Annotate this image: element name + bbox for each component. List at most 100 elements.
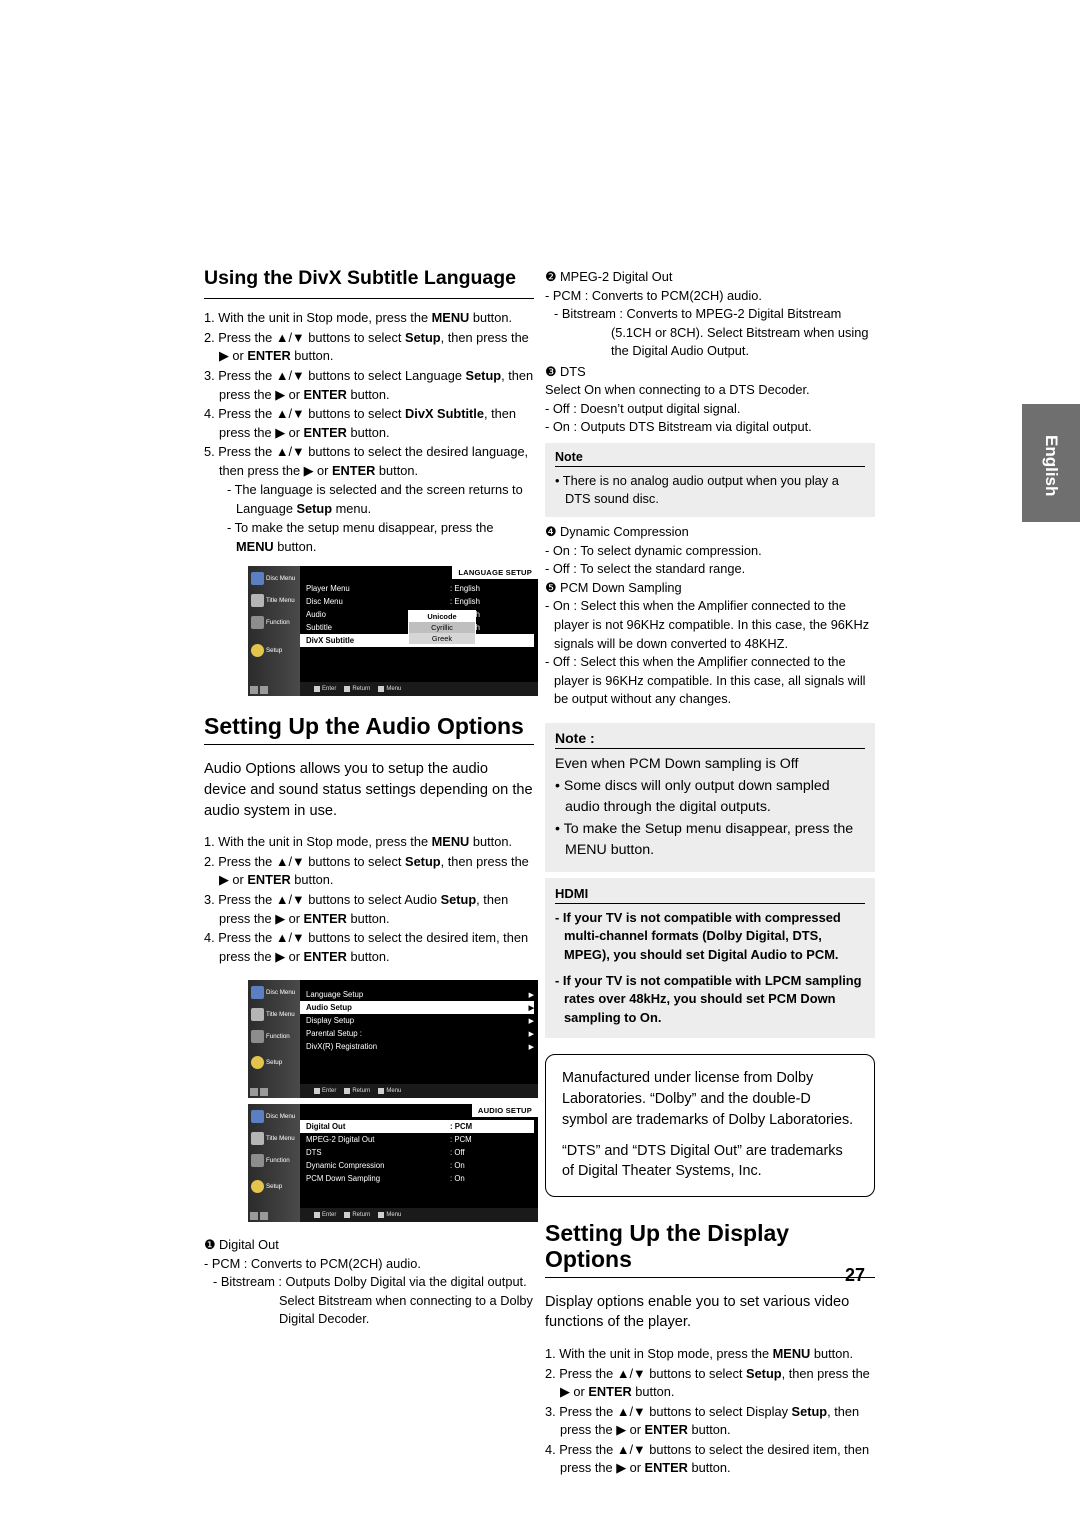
- manual-page: English Using the DivX Subtitle Language…: [0, 0, 1080, 1528]
- osd-sidebar-label: Setup: [266, 1183, 283, 1191]
- osd-sidebar-label: Title Menu: [266, 1135, 295, 1143]
- audio-options-title: Setting Up the Audio Options: [204, 713, 524, 740]
- list-item: - The language is selected and the scree…: [227, 482, 523, 516]
- list-item: 2. Press the ▲/▼ buttons to select Setup…: [545, 1365, 870, 1400]
- osd-row: MPEG-2 Digital Out : PCM: [300, 1133, 534, 1146]
- list-item: ❷ MPEG-2 Digital Out: [545, 269, 673, 284]
- trademark-text: “DTS” and “DTS Digital Out” are trademar…: [562, 1142, 843, 1180]
- osd-row-key: Audio Setup: [306, 1003, 352, 1013]
- list-item: 5. Press the ▲/▼ buttons to select the d…: [204, 444, 529, 478]
- osd-bottom-left-icons: [250, 1212, 268, 1221]
- square-icon: [260, 1088, 268, 1097]
- divx-steps-list: 1. With the unit in Stop mode, press the…: [204, 309, 534, 556]
- menu-icon: [378, 686, 385, 693]
- osd-row: Disc Menu : English: [300, 595, 534, 608]
- display-steps-list: 1. With the unit in Stop mode, press the…: [545, 1345, 875, 1478]
- list-item: 3. Press the ▲/▼ buttons to select Audio…: [204, 892, 509, 926]
- gear-icon: [251, 1056, 264, 1070]
- popup-option: Greek: [431, 634, 453, 644]
- osd-row-key: DivX(R) Registration: [306, 1042, 378, 1052]
- list-item: - Off : Doesn’t output digital signal.: [545, 400, 741, 416]
- right-column: ❷ MPEG-2 Digital Out - PCM : Converts to…: [545, 268, 875, 1479]
- osd-sidebar-label: Setup: [266, 1059, 283, 1067]
- trademark-text: Manufactured under license from Dolby La…: [562, 1069, 854, 1128]
- osd-hint-menu: Menu: [378, 1088, 401, 1095]
- osd-sidebar-item-disc-menu: Disc Menu: [251, 986, 299, 1000]
- note-label: Note: [555, 450, 865, 467]
- note-line: • To make the Setup menu disappear, pres…: [555, 821, 854, 859]
- osd-rows: Language Setup ▶ Audio Setup ▶ Display S…: [300, 988, 534, 1053]
- return-icon: [344, 1212, 351, 1219]
- note-text: • There is no analog audio output when y…: [555, 472, 839, 507]
- list-item: - To make the setup menu disappear, pres…: [227, 520, 494, 554]
- osd-row-key: PCM Down Sampling: [306, 1174, 381, 1184]
- list-item: Select On when connecting to a DTS Decod…: [545, 382, 810, 398]
- osd-sidebar-label: Setup: [266, 647, 283, 655]
- osd-row: PCM Down Sampling : On: [300, 1172, 534, 1185]
- hdmi-label: HDMI: [555, 886, 865, 904]
- list-item: ❺ PCM Down Sampling: [545, 579, 682, 595]
- osd-row-value: : English: [450, 584, 480, 594]
- list-item: - On : To select dynamic compression.: [545, 542, 762, 558]
- osd-bottom-left-icons: [250, 686, 268, 695]
- popup-option: Cyrillic: [409, 622, 475, 634]
- osd-bottom-bar: Enter Return Menu: [300, 682, 538, 697]
- note-line: • Some discs will only output down sampl…: [555, 778, 830, 815]
- osd-sidebar-item-disc-menu: Disc Menu: [251, 572, 299, 586]
- osd-row-value: : PCM: [450, 1122, 473, 1132]
- list-item: 4. Press the ▲/▼ buttons to select the d…: [545, 1441, 870, 1476]
- square-icon: [260, 686, 268, 695]
- osd-row-selected: Digital Out : PCM: [300, 1120, 534, 1134]
- enter-icon: [314, 686, 320, 693]
- osd-sidebar-item-function: Function: [251, 1030, 299, 1044]
- osd-sidebar-item-function: Function: [251, 616, 299, 630]
- osd-hint-return: Return: [344, 1088, 370, 1095]
- mpeg2-digital-out-list: ❷ MPEG-2 Digital Out - PCM : Converts to…: [545, 268, 875, 361]
- return-icon: [344, 1088, 351, 1095]
- osd-row-value: : On: [450, 1161, 465, 1171]
- function-icon: [251, 1030, 264, 1044]
- digital-out-notes: ❶ Digital Out - PCM : Converts to PCM(2C…: [204, 1236, 534, 1329]
- note-label: Note :: [555, 730, 865, 749]
- osd-row-value: : PCM: [450, 1135, 472, 1145]
- title-menu-icon: [251, 1008, 264, 1022]
- note-box-dts: Note • There is no analog audio output w…: [545, 442, 875, 518]
- divider: [204, 744, 534, 746]
- list-item: - Off : Select this when the Amplifier c…: [545, 654, 866, 707]
- osd-divx-subtitle-popup: Unicode Cyrillic Greek: [408, 610, 476, 646]
- list-item: - Off : To select the standard range.: [545, 561, 746, 577]
- list-item: 4. Press the ▲/▼ buttons to select the d…: [204, 930, 529, 964]
- divx-subtitle-heading: Using the DivX Subtitle Language: [204, 267, 517, 289]
- osd-row-key: Display Setup: [306, 1016, 355, 1026]
- osd-sidebar-item-setup: Setup: [251, 644, 299, 658]
- hdmi-box: HDMI - If your TV is not compatible with…: [545, 877, 875, 1038]
- osd-bottom-bar: Enter Return Menu: [300, 1084, 538, 1099]
- osd-language-setup: Disc Menu Title Menu Function Setup LANG…: [248, 566, 538, 697]
- osd-sidebar-item-title-menu: Title Menu: [251, 1132, 299, 1146]
- osd-setup-menu: Disc Menu Title Menu Function Setup Lang…: [248, 980, 538, 1099]
- enter-icon: [314, 1212, 320, 1219]
- osd-sidebar-label: Disc Menu: [266, 575, 296, 583]
- osd-row-value: : English: [450, 597, 480, 607]
- chevron-right-icon: ▶: [528, 991, 534, 999]
- audio-options-title-block: Setting Up the Audio Options: [204, 713, 534, 746]
- osd-row-key: Language Setup: [306, 990, 364, 1000]
- osd-bottom-left-icons: [250, 1088, 268, 1097]
- function-icon: [251, 616, 264, 630]
- list-item: 2. Press the ▲/▼ buttons to select Setup…: [204, 853, 529, 888]
- osd-row-value: : Off: [450, 1148, 465, 1158]
- square-icon: [250, 686, 258, 695]
- osd-title: AUDIO SETUP: [471, 1104, 538, 1118]
- list-item: 1. With the unit in Stop mode, press the…: [545, 1346, 854, 1362]
- osd-row: DTS : Off: [300, 1146, 534, 1159]
- title-menu-icon: [251, 1132, 264, 1146]
- note-box-pcm: Note : Even when PCM Down sampling is Of…: [545, 722, 875, 872]
- gear-icon: [251, 644, 264, 658]
- return-icon: [344, 686, 351, 693]
- list-item: 1. With the unit in Stop mode, press the…: [204, 310, 513, 326]
- osd-sidebar-item-disc-menu: Disc Menu: [251, 1110, 299, 1124]
- chevron-right-icon: ▶: [528, 1043, 534, 1051]
- osd-bottom-bar: Enter Return Menu: [300, 1208, 538, 1223]
- osd-sidebar-item-function: Function: [251, 1154, 299, 1168]
- list-item: 3. Press the ▲/▼ buttons to select Langu…: [204, 368, 534, 402]
